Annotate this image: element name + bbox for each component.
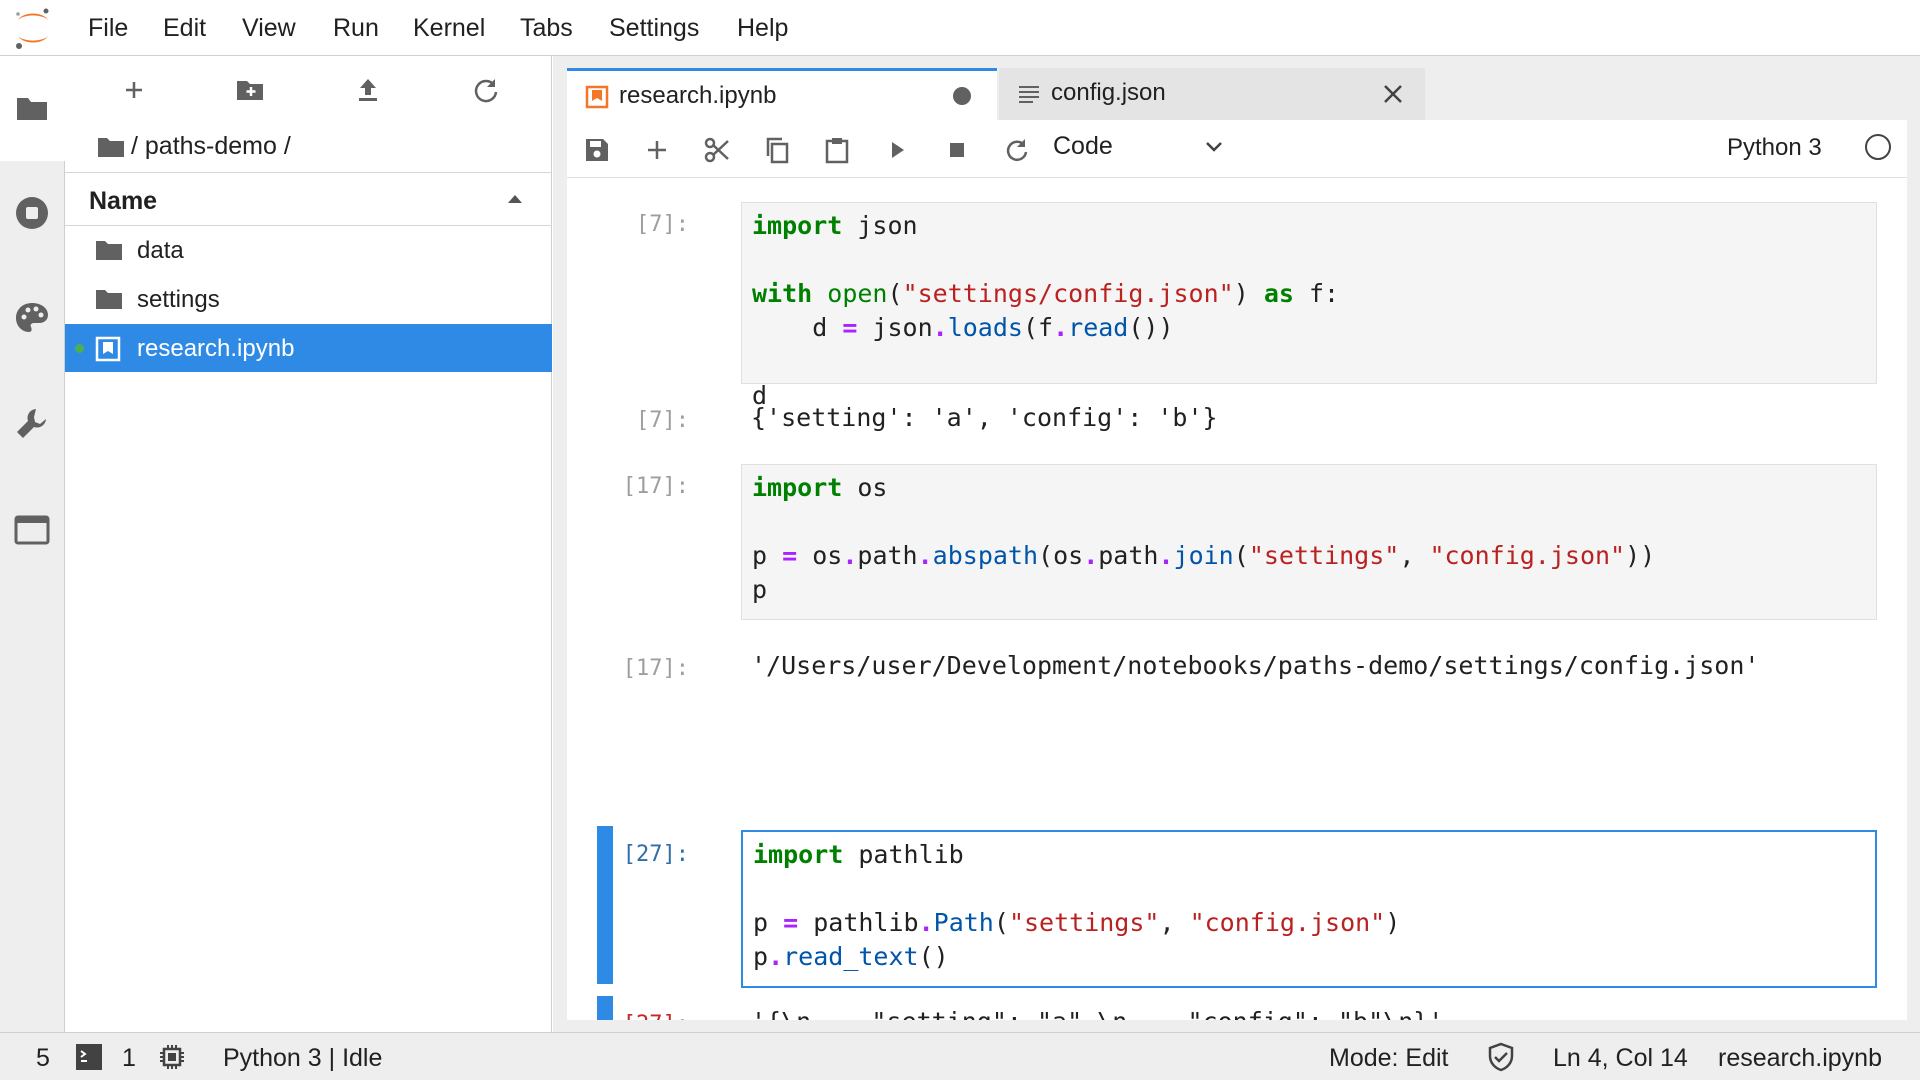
sort-caret-icon[interactable] [508,195,522,203]
paste-icon[interactable] [823,136,851,164]
folder-icon[interactable] [97,135,125,159]
file-browser: / paths-demo / Name data settings resear… [65,56,552,1032]
code-cell-input[interactable]: import os p = os.path.abspath(os.path.jo… [741,464,1877,620]
copy-icon[interactable] [763,136,791,164]
file-label: settings [137,286,220,313]
jupyter-logo-icon[interactable] [12,6,54,50]
active-filename: research.ipynb [1718,1044,1882,1072]
menu-kernel[interactable]: Kernel [413,14,485,43]
cut-icon[interactable] [703,136,731,164]
folder-icon [96,241,122,260]
file-label: research.ipynb [137,335,295,362]
kernel-count[interactable]: 1 [122,1044,136,1073]
list-item[interactable]: settings [65,275,552,323]
folder-icon[interactable] [14,90,50,126]
input-prompt: [17]: [622,474,689,499]
output-prompt: [27]: [623,1012,689,1020]
tab-label: research.ipynb [619,82,777,109]
menu-file[interactable]: File [88,14,128,43]
tab-research-ipynb[interactable]: research.ipynb [567,68,997,120]
menu-help[interactable]: Help [737,14,788,43]
notebook-icon [95,336,121,362]
code-text[interactable]: import pathlib p = pathlib.Path("setting… [743,832,1875,980]
cursor-position[interactable]: Ln 4, Col 14 [1553,1044,1688,1073]
text-file-icon [1019,86,1039,103]
new-folder-icon[interactable] [234,74,266,106]
cell-collapser[interactable] [597,826,613,984]
menu-bar: File Edit View Run Kernel Tabs Settings … [0,0,1920,56]
chevron-down-icon[interactable] [1201,134,1227,160]
kernel-name[interactable]: Python 3 [1727,134,1822,162]
terminal-icon[interactable] [76,1044,102,1070]
running-indicator-icon [75,344,84,353]
stop-icon[interactable] [943,136,971,164]
kernel-status[interactable]: Python 3 | Idle [223,1044,382,1073]
code-cell-input[interactable]: import json with open("settings/config.j… [741,202,1877,410]
main-area: research.ipynb config.json Code Python 3… [553,56,1920,1032]
file-list-header[interactable]: Name [65,172,552,226]
add-cell-icon[interactable] [643,136,671,164]
menu-tabs[interactable]: Tabs [520,14,573,43]
output-collapser[interactable] [597,996,613,1020]
cell-output: '{\n "setting": "a",\n "config": "b"\n}' [751,1007,1443,1020]
output-prompt: [17]: [622,656,689,681]
folder-icon [96,290,122,309]
menu-edit[interactable]: Edit [163,14,206,43]
menu-run[interactable]: Run [333,14,379,43]
tab-config-json[interactable]: config.json [999,68,1425,120]
notebook-panel: Code Python 3 [7]: import json with open… [567,120,1907,1020]
notebook-cells[interactable]: [7]: import json with open("settings/con… [567,178,1907,1020]
mode-indicator: Mode: Edit [1329,1044,1449,1072]
palette-icon[interactable] [14,300,50,336]
column-name-header[interactable]: Name [89,187,157,216]
breadcrumb-path[interactable]: / paths-demo / [131,132,291,161]
input-prompt: [27]: [622,842,689,867]
notebook-icon [585,85,609,109]
notebook-toolbar: Code Python 3 [567,120,1907,178]
upload-icon[interactable] [352,74,384,106]
code-cell-input-active[interactable]: import pathlib p = pathlib.Path("setting… [741,830,1877,988]
restart-icon[interactable] [1003,136,1031,164]
output-prompt: [7]: [636,408,689,433]
breadcrumb: / paths-demo / [97,132,291,161]
cell-output: '/Users/user/Development/notebooks/paths… [751,651,1760,680]
menu-view[interactable]: View [242,14,296,43]
tab-label: config.json [1051,79,1166,106]
run-icon[interactable] [883,136,911,164]
shield-check-icon[interactable] [1486,1042,1516,1072]
cpu-icon[interactable] [158,1043,186,1071]
save-icon[interactable] [583,136,611,164]
code-text[interactable]: import json with open("settings/config.j… [742,203,1876,419]
close-icon[interactable] [1381,82,1405,106]
input-prompt: [7]: [636,212,689,237]
kernel-status-icon [1865,134,1891,160]
list-item[interactable]: data [65,226,552,274]
stop-circle-icon[interactable] [14,195,50,231]
unsaved-dot-icon[interactable] [953,87,971,105]
wrench-icon[interactable] [14,406,50,442]
cell-output: {'setting': 'a', 'config': 'b'} [751,403,1218,432]
tabs-icon[interactable] [14,512,50,548]
refresh-icon[interactable] [470,74,502,106]
code-text[interactable]: import os p = os.path.abspath(os.path.jo… [742,465,1876,613]
activity-bar [0,56,65,1032]
file-label: data [137,237,184,264]
menu-settings[interactable]: Settings [609,14,699,43]
status-bar: 5 1 Python 3 | Idle Mode: Edit Ln 4, Col… [0,1032,1920,1080]
list-item-selected[interactable]: research.ipynb [65,324,552,372]
plus-icon[interactable] [118,74,150,106]
terminal-count[interactable]: 5 [36,1044,50,1073]
cell-type-select[interactable]: Code [1053,132,1113,161]
